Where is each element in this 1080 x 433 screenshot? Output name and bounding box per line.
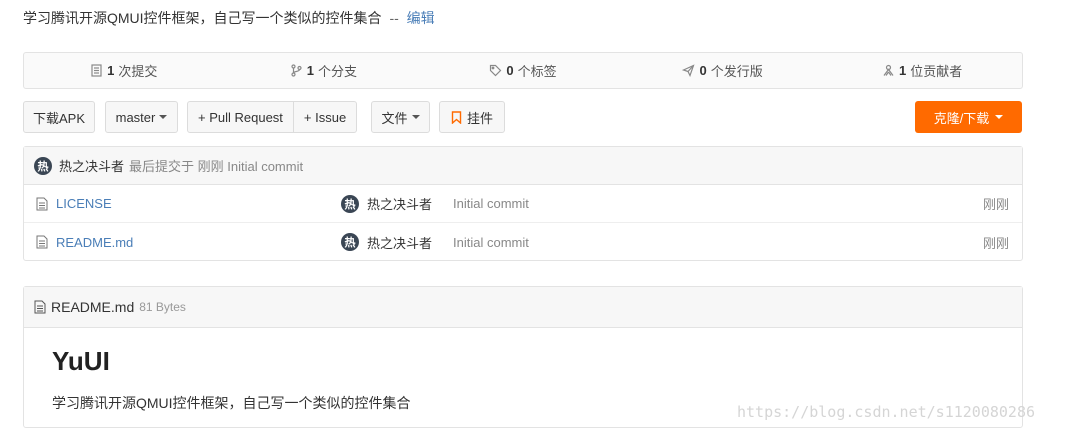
stat-branches[interactable]: 1 个分支 <box>224 61 424 80</box>
stat-count: 0 <box>506 63 514 78</box>
stat-label: 次提交 <box>118 64 158 79</box>
clone-label: 克隆/下载 <box>933 110 990 126</box>
description-text: 学习腾讯开源QMUI控件框架，自己写一个类似的控件集合 <box>23 10 382 26</box>
stat-count: 1 <box>107 63 115 78</box>
table-row: LICENSE 热 热之决斗者 Initial commit 刚刚 <box>24 185 1022 223</box>
edit-description-link[interactable]: 编辑 <box>407 10 435 26</box>
file-commit-message[interactable]: Initial commit <box>453 196 529 211</box>
branch-label: master <box>115 109 156 125</box>
readme-title: YuUI <box>52 346 110 376</box>
issue-button[interactable]: + Issue <box>292 102 356 132</box>
release-icon <box>682 64 695 77</box>
file-commit-time: 刚刚 <box>982 235 1009 251</box>
file-name-link[interactable]: README.md <box>56 235 133 250</box>
stat-count: 1 <box>306 63 314 78</box>
pull-request-button[interactable]: + Pull Request <box>188 102 293 132</box>
file-author[interactable]: 热之决斗者 <box>367 194 432 213</box>
description-separator: -- <box>389 10 399 26</box>
pr-issue-group: + Pull Request + Issue <box>187 101 358 133</box>
stat-releases[interactable]: 0 个发行版 <box>623 61 823 80</box>
contributor-icon <box>883 64 894 76</box>
branch-icon <box>291 64 302 77</box>
file-name-link[interactable]: LICENSE <box>56 196 112 211</box>
avatar[interactable]: 热 <box>341 233 359 251</box>
chevron-down-icon <box>995 115 1004 119</box>
branch-select[interactable]: master <box>105 101 178 133</box>
commit-author[interactable]: 热之决斗者 <box>59 156 124 175</box>
repo-page: 学习腾讯开源QMUI控件框架，自己写一个类似的控件集合 -- 编辑 1 次提交 … <box>0 0 1080 433</box>
last-commit-bar: 热 热之决斗者 最后提交于 刚刚 Initial commit <box>24 147 1022 185</box>
tag-icon <box>490 64 502 77</box>
chevron-down-icon <box>159 115 168 119</box>
readme-size: 81 Bytes <box>139 300 186 314</box>
commit-icon <box>91 64 102 77</box>
readme-header: README.md 81 Bytes <box>24 287 1022 328</box>
commit-meta: 最后提交于 刚刚 Initial commit <box>129 159 304 174</box>
chevron-down-icon <box>411 115 420 119</box>
file-author[interactable]: 热之决斗者 <box>367 233 432 252</box>
bookmark-icon <box>451 110 462 124</box>
clone-download-button[interactable]: 克隆/下载 <box>915 101 1022 133</box>
files-label: 文件 <box>381 110 408 126</box>
stat-label: 个发行版 <box>710 64 763 79</box>
watermark: https://blog.csdn.net/s1120080286 <box>737 403 1036 421</box>
stat-label: 位贡献者 <box>910 64 963 79</box>
file-icon <box>34 300 46 314</box>
file-commit-message[interactable]: Initial commit <box>453 235 529 250</box>
stat-count: 0 <box>699 63 707 78</box>
stat-contributors[interactable]: 1 位贡献者 <box>822 61 1022 80</box>
stat-commits[interactable]: 1 次提交 <box>24 61 224 80</box>
stat-label: 个分支 <box>318 64 358 79</box>
files-dropdown[interactable]: 文件 <box>371 101 430 133</box>
stat-tags[interactable]: 0 个标签 <box>423 61 623 80</box>
file-commit-time: 刚刚 <box>982 197 1009 212</box>
file-list: 热 热之决斗者 最后提交于 刚刚 Initial commit LICENSE … <box>23 146 1023 261</box>
download-apk-button[interactable]: 下载APK <box>23 101 95 133</box>
stat-count: 1 <box>899 63 907 78</box>
avatar[interactable]: 热 <box>34 156 52 175</box>
attach-label: 挂件 <box>466 110 493 126</box>
readme-filename: README.md <box>51 299 135 315</box>
file-icon <box>36 197 48 210</box>
readme-body: 学习腾讯开源QMUI控件框架，自己写一个类似的控件集合 <box>52 395 411 411</box>
avatar[interactable]: 热 <box>341 194 359 213</box>
repo-stats-bar: 1 次提交 1 个分支 0 个标签 0 个发行版 1 位贡献者 <box>23 52 1023 89</box>
table-row: README.md 热 热之决斗者 Initial commit 刚刚 <box>24 223 1022 261</box>
repo-description: 学习腾讯开源QMUI控件框架，自己写一个类似的控件集合 -- 编辑 <box>23 8 435 28</box>
stat-label: 个标签 <box>517 64 557 79</box>
attach-button[interactable]: 挂件 <box>439 101 505 133</box>
file-icon <box>36 235 48 249</box>
